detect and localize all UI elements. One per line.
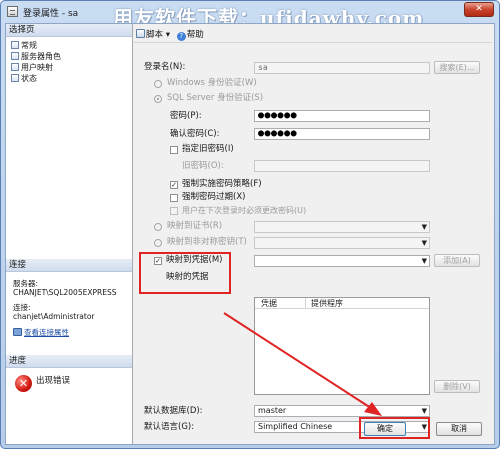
window-title: 登录属性 - sa <box>23 9 79 19</box>
dialog-client: 选择页 常规 服务器角色 用户映射 状态 连接 服务器: CHANJET\SQL… <box>5 23 495 445</box>
title-bar: 登录属性 - sa 用友软件下载：ufidawhy.com ✕ <box>1 1 499 30</box>
window-icon <box>7 6 18 17</box>
dialog-window: 登录属性 - sa 用友软件下载：ufidawhy.com ✕ 选择页 常规 服… <box>0 0 500 449</box>
annotation-arrow <box>223 312 382 416</box>
close-button[interactable]: ✕ <box>464 2 494 17</box>
